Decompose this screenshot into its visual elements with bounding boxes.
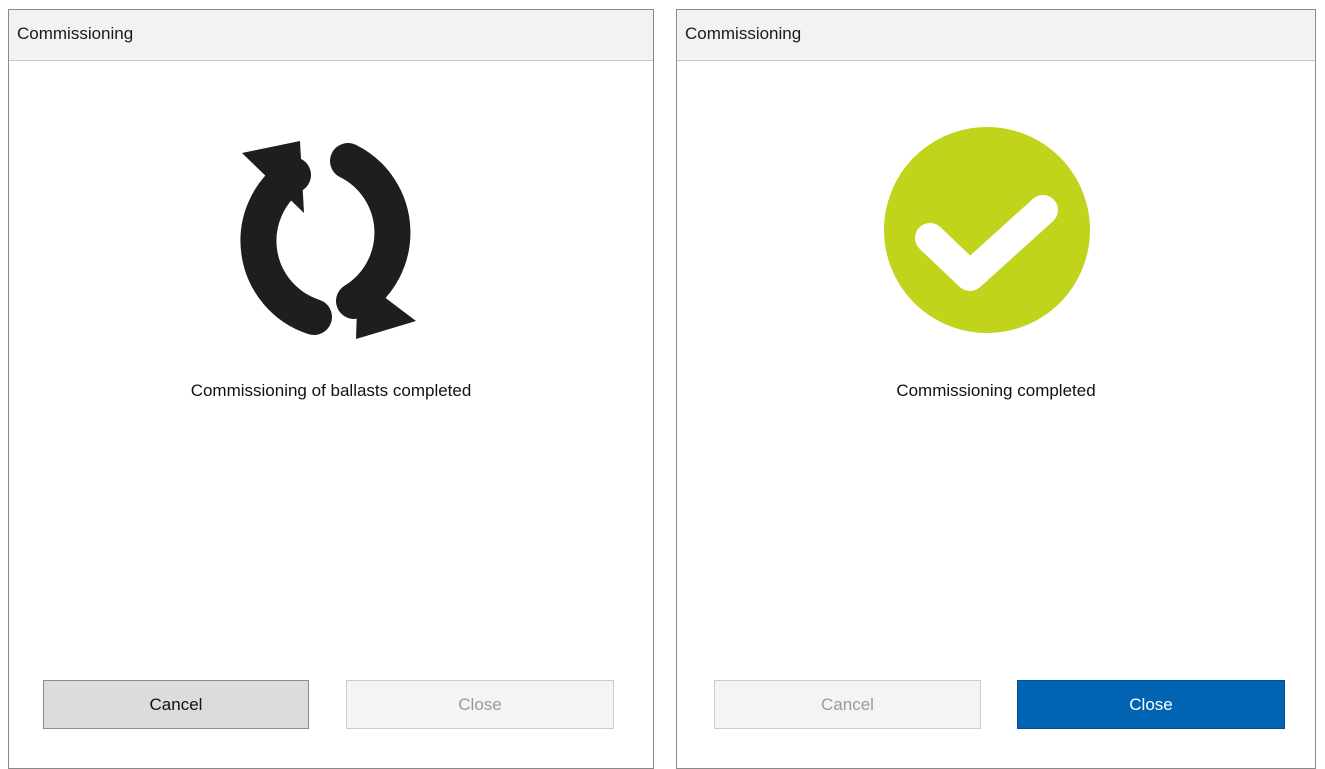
close-button[interactable]: Close: [346, 680, 614, 729]
status-message: Commissioning completed: [896, 381, 1096, 400]
status-message: Commissioning of ballasts completed: [190, 381, 472, 400]
commissioning-dialog-completed: Commissioning Commissioning completed Ca…: [676, 9, 1316, 769]
close-button[interactable]: Close: [1017, 680, 1285, 729]
commissioning-dialog-in-progress: Commissioning Commissioning of ballasts …: [8, 9, 654, 769]
cancel-button[interactable]: Cancel: [714, 680, 981, 729]
check-circle-icon: [884, 127, 1090, 333]
dialog-title: Commissioning: [17, 24, 134, 43]
dialog-title-bar: Commissioning: [677, 10, 1315, 61]
dialog-title: Commissioning: [685, 24, 802, 43]
dialog-title-bar: Commissioning: [9, 10, 653, 61]
cancel-button[interactable]: Cancel: [43, 680, 309, 729]
refresh-icon: [240, 141, 416, 339]
icon-container: [9, 125, 653, 355]
icon-container: [677, 125, 1315, 355]
